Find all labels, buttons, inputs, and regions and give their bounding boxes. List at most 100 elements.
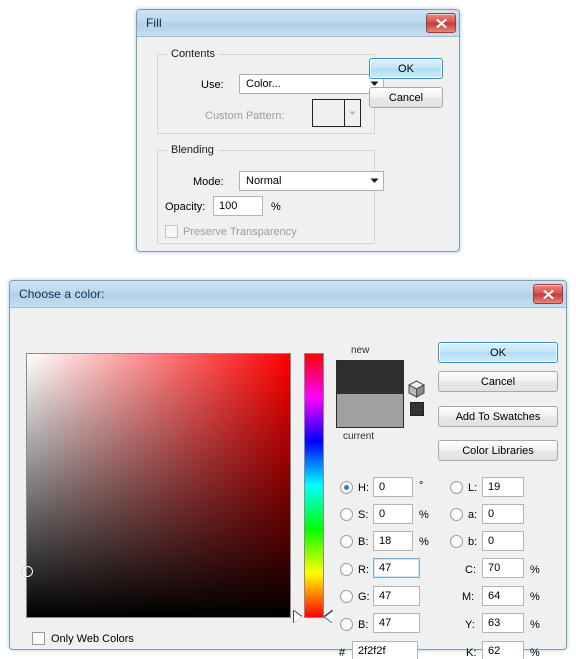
custom-pattern-preview — [313, 100, 344, 126]
screen: Fill Contents Use: Color... Custom Patte… — [0, 0, 576, 659]
radio-brightness[interactable] — [340, 535, 353, 548]
close-icon — [542, 289, 554, 299]
fill-dialog-body: Contents Use: Color... Custom Pattern: B… — [137, 36, 459, 251]
cyan-input-value: 70 — [488, 562, 501, 574]
black-input[interactable]: 62 — [482, 641, 524, 659]
yellow-unit: % — [530, 619, 540, 631]
web-safe-cube-icon[interactable] — [407, 380, 426, 401]
color-ok-button[interactable]: OK — [438, 342, 558, 363]
mode-combobox[interactable]: Normal — [239, 171, 384, 191]
red-label: R: — [358, 564, 369, 576]
cyan-input[interactable]: 70 — [482, 558, 524, 578]
opacity-label: Opacity: — [165, 201, 206, 213]
magenta-input-value: 64 — [488, 590, 501, 602]
use-combobox[interactable]: Color... — [239, 74, 384, 94]
color-cancel-button[interactable]: Cancel — [438, 371, 558, 392]
fill-dialog-close-button[interactable] — [426, 13, 456, 33]
hex-input[interactable]: 2f2f2f — [352, 641, 418, 659]
lab-a-input[interactable]: 0 — [482, 504, 524, 524]
new-color-label: new — [351, 345, 370, 356]
lightness-label: L: — [468, 482, 478, 494]
cyan-label: C: — [465, 564, 476, 576]
fill-dialog: Fill Contents Use: Color... Custom Patte… — [136, 9, 460, 252]
saturation-unit: % — [419, 509, 429, 521]
color-preview-swatch[interactable] — [336, 360, 404, 428]
magenta-unit: % — [530, 591, 540, 603]
hue-unit: ° — [419, 480, 424, 492]
hue-input-value: 0 — [379, 481, 386, 493]
brightness-unit: % — [419, 536, 429, 548]
color-picker-dialog: Choose a color: new current OK Cancel Ad… — [9, 280, 567, 659]
mode-label: Mode: — [193, 176, 224, 188]
current-color-swatch — [337, 394, 403, 427]
current-color-label: current — [343, 431, 375, 442]
radio-hue[interactable] — [340, 481, 353, 494]
alternate-color-swatch[interactable] — [410, 402, 424, 416]
fill-ok-button[interactable]: OK — [369, 58, 443, 79]
yellow-input[interactable]: 63 — [482, 613, 524, 633]
radio-lab-b[interactable] — [450, 535, 463, 548]
yellow-label: Y: — [465, 619, 475, 631]
sv-field-marker — [21, 565, 33, 577]
green-input-value: 47 — [379, 590, 392, 602]
magenta-input[interactable]: 64 — [482, 586, 524, 606]
opacity-input-value: 100 — [219, 200, 238, 212]
blue-input-value: 47 — [379, 617, 392, 629]
brightness-label: B: — [358, 536, 369, 548]
color-picker-title: Choose a color: — [19, 287, 105, 301]
radio-red[interactable] — [340, 563, 353, 576]
radio-blue[interactable] — [340, 618, 353, 631]
preserve-transparency-checkbox[interactable] — [165, 225, 178, 238]
blue-input[interactable]: 47 — [373, 613, 420, 633]
add-to-swatches-button[interactable]: Add To Swatches — [438, 406, 558, 427]
black-unit: % — [530, 647, 540, 659]
contents-group-legend: Contents — [167, 48, 220, 60]
radio-lab-a[interactable] — [450, 508, 463, 521]
use-combobox-value: Color... — [246, 78, 281, 90]
custom-pattern-dropdown[interactable] — [344, 100, 360, 126]
blending-group-legend: Blending — [167, 144, 218, 156]
lightness-input[interactable]: 19 — [482, 477, 524, 497]
black-input-value: 62 — [488, 645, 501, 657]
fill-cancel-button[interactable]: Cancel — [369, 87, 443, 108]
hex-input-value: 2f2f2f — [358, 645, 386, 657]
fill-dialog-titlebar[interactable]: Fill — [137, 10, 459, 37]
new-color-swatch — [337, 361, 403, 394]
color-picker-titlebar[interactable]: Choose a color: — [10, 281, 566, 308]
color-cancel-label: Cancel — [480, 375, 516, 388]
color-picker-body: new current OK Cancel Add To Swatches Co… — [10, 307, 566, 659]
use-label: Use: — [201, 79, 224, 91]
preserve-transparency-label: Preserve Transparency — [183, 226, 297, 238]
saturation-brightness-field[interactable] — [21, 353, 291, 618]
opacity-unit: % — [271, 201, 281, 213]
radio-lightness[interactable] — [450, 481, 463, 494]
lab-b-input[interactable]: 0 — [482, 531, 524, 551]
color-libraries-button[interactable]: Color Libraries — [438, 440, 558, 461]
color-ok-label: OK — [490, 346, 506, 359]
add-to-swatches-label: Add To Swatches — [455, 410, 541, 423]
brightness-input[interactable]: 18 — [373, 531, 413, 551]
chevron-down-icon — [349, 111, 356, 115]
hue-input[interactable]: 0 — [373, 477, 413, 497]
saturation-label: S: — [358, 509, 369, 521]
lightness-input-value: 19 — [488, 481, 501, 493]
radio-green[interactable] — [340, 590, 353, 603]
opacity-input[interactable]: 100 — [213, 196, 263, 216]
close-icon — [435, 18, 447, 28]
hue-slider[interactable] — [304, 353, 324, 618]
saturation-input[interactable]: 0 — [373, 504, 413, 524]
only-web-colors-label: Only Web Colors — [51, 633, 134, 645]
hue-label: H: — [358, 482, 369, 494]
red-input[interactable]: 47 — [373, 558, 420, 578]
yellow-input-value: 63 — [488, 617, 501, 629]
custom-pattern-swatch[interactable] — [312, 99, 361, 127]
only-web-colors-checkbox[interactable] — [32, 632, 45, 645]
lab-a-input-value: 0 — [488, 508, 495, 520]
radio-saturation[interactable] — [340, 508, 353, 521]
red-input-value: 47 — [379, 562, 392, 574]
green-input[interactable]: 47 — [373, 586, 420, 606]
hex-symbol: # — [339, 647, 346, 659]
color-picker-close-button[interactable] — [533, 284, 563, 304]
chevron-down-icon — [365, 178, 383, 184]
brightness-input-value: 18 — [379, 535, 392, 547]
